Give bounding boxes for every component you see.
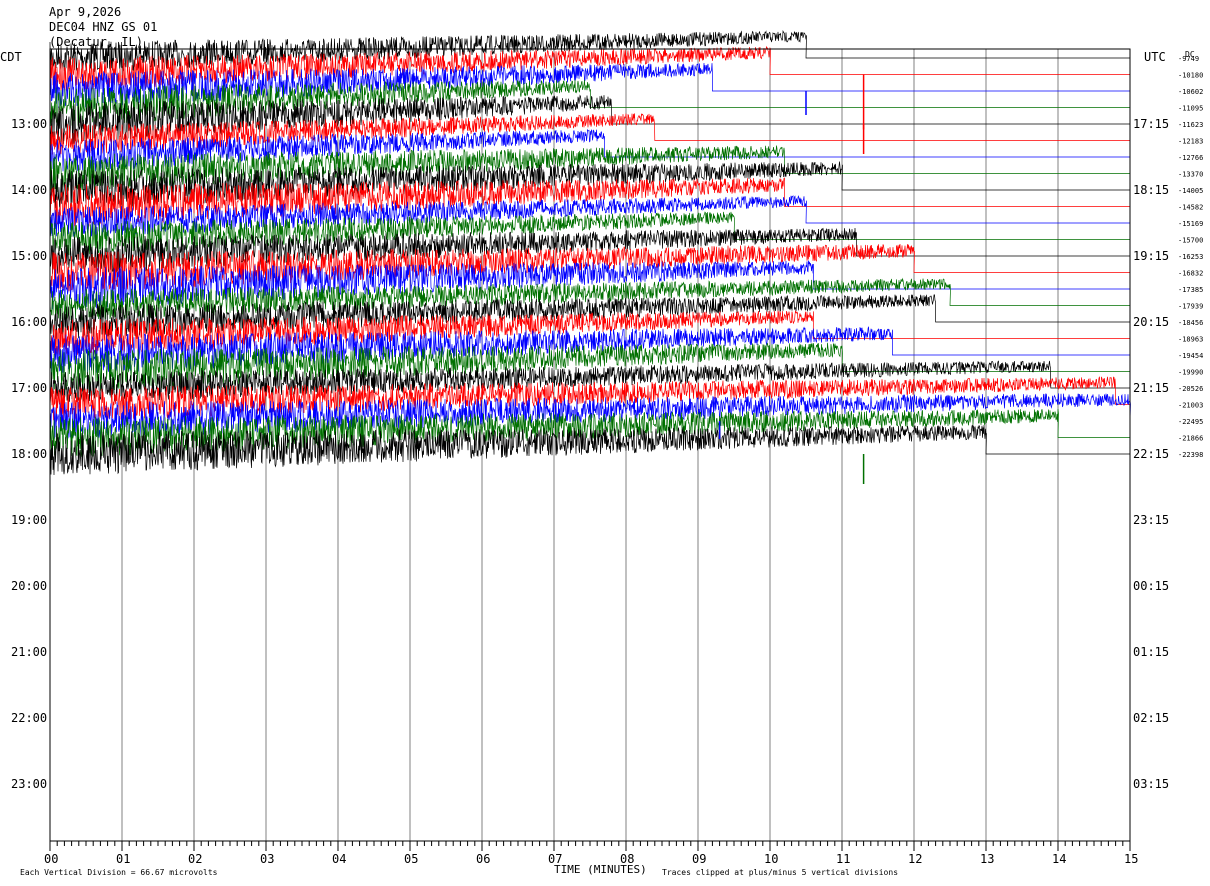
x-tick-label: 10 (764, 852, 778, 866)
right-hour-label: 18:15 (1133, 183, 1169, 197)
right-hour-label: 02:15 (1133, 711, 1169, 725)
left-hour-label: 19:00 (11, 513, 47, 527)
x-tick-label: 09 (692, 852, 706, 866)
left-hour-label: 23:00 (11, 777, 47, 791)
x-tick-label: 02 (188, 852, 202, 866)
x-tick-label: 01 (116, 852, 130, 866)
dc-offset-label: -22495 (1178, 418, 1203, 426)
left-hour-label: 22:00 (11, 711, 47, 725)
right-hour-label: 21:15 (1133, 381, 1169, 395)
footer-scale-note: Each Vertical Division = 66.67 microvolt… (20, 868, 218, 877)
dc-offset-label: -22398 (1178, 451, 1203, 459)
left-hour-label: 17:00 (11, 381, 47, 395)
dc-offset-label: -10180 (1178, 72, 1203, 80)
right-timezone-label: UTC (1144, 50, 1166, 64)
dc-offset-label: -17939 (1178, 303, 1203, 311)
dc-offset-label: -9749 (1178, 55, 1199, 63)
left-hour-label: 21:00 (11, 645, 47, 659)
dc-offset-label: -21003 (1178, 402, 1203, 410)
left-hour-label: 16:00 (11, 315, 47, 329)
x-tick-label: 03 (260, 852, 274, 866)
dc-offset-label: -13370 (1178, 171, 1203, 179)
right-hour-label: 22:15 (1133, 447, 1169, 461)
dc-offset-label: -11095 (1178, 105, 1203, 113)
right-hour-label: 17:15 (1133, 117, 1169, 131)
x-tick-label: 14 (1052, 852, 1066, 866)
footer-clip-note: Traces clipped at plus/minus 5 vertical … (662, 868, 898, 877)
header-location: (Decatur, IL) (49, 35, 143, 49)
x-tick-label: 15 (1124, 852, 1138, 866)
x-tick-label: 11 (836, 852, 850, 866)
dc-offset-label: -10602 (1178, 88, 1203, 96)
x-tick-label: 08 (620, 852, 634, 866)
right-hour-label: 20:15 (1133, 315, 1169, 329)
x-tick-label: 07 (548, 852, 562, 866)
dc-offset-label: -12766 (1178, 154, 1203, 162)
dc-offset-label: -18963 (1178, 336, 1203, 344)
dc-offset-label: -12183 (1178, 138, 1203, 146)
dc-offset-label: -14005 (1178, 187, 1203, 195)
left-hour-label: 13:00 (11, 117, 47, 131)
dc-offset-label: -14582 (1178, 204, 1203, 212)
dc-offset-label: -19990 (1178, 369, 1203, 377)
x-tick-label: 05 (404, 852, 418, 866)
dc-offset-label: -16253 (1178, 253, 1203, 261)
right-hour-label: 00:15 (1133, 579, 1169, 593)
dc-offset-label: -16832 (1178, 270, 1203, 278)
right-hour-label: 03:15 (1133, 777, 1169, 791)
header-station: DEC04 HNZ GS 01 (49, 20, 157, 34)
left-hour-label: 20:00 (11, 579, 47, 593)
right-hour-label: 01:15 (1133, 645, 1169, 659)
dc-offset-label: -15700 (1178, 237, 1203, 245)
dc-offset-label: -19454 (1178, 352, 1203, 360)
helicorder-chart: Apr 9,2026 DEC04 HNZ GS 01 (Decatur, IL)… (0, 5, 1203, 877)
right-hour-label: 23:15 (1133, 513, 1169, 527)
x-tick-label: 00 (44, 852, 58, 866)
left-hour-label: 15:00 (11, 249, 47, 263)
header-date: Apr 9,2026 (49, 5, 121, 19)
left-hour-label: 18:00 (11, 447, 47, 461)
dc-offset-label: -17385 (1178, 286, 1203, 294)
right-hour-label: 19:15 (1133, 249, 1169, 263)
left-hour-label: 14:00 (11, 183, 47, 197)
x-tick-label: 06 (476, 852, 490, 866)
dc-offset-label: -20526 (1178, 385, 1203, 393)
dc-offset-label: -21866 (1178, 435, 1203, 443)
x-tick-label: 12 (908, 852, 922, 866)
x-tick-label: 04 (332, 852, 346, 866)
x-tick-label: 13 (980, 852, 994, 866)
dc-offset-label: -15169 (1178, 220, 1203, 228)
dc-offset-label: -18456 (1178, 319, 1203, 327)
left-timezone-label: CDT (0, 50, 22, 64)
dc-offset-label: -11623 (1178, 121, 1203, 129)
seismic-traces (49, 29, 1131, 484)
